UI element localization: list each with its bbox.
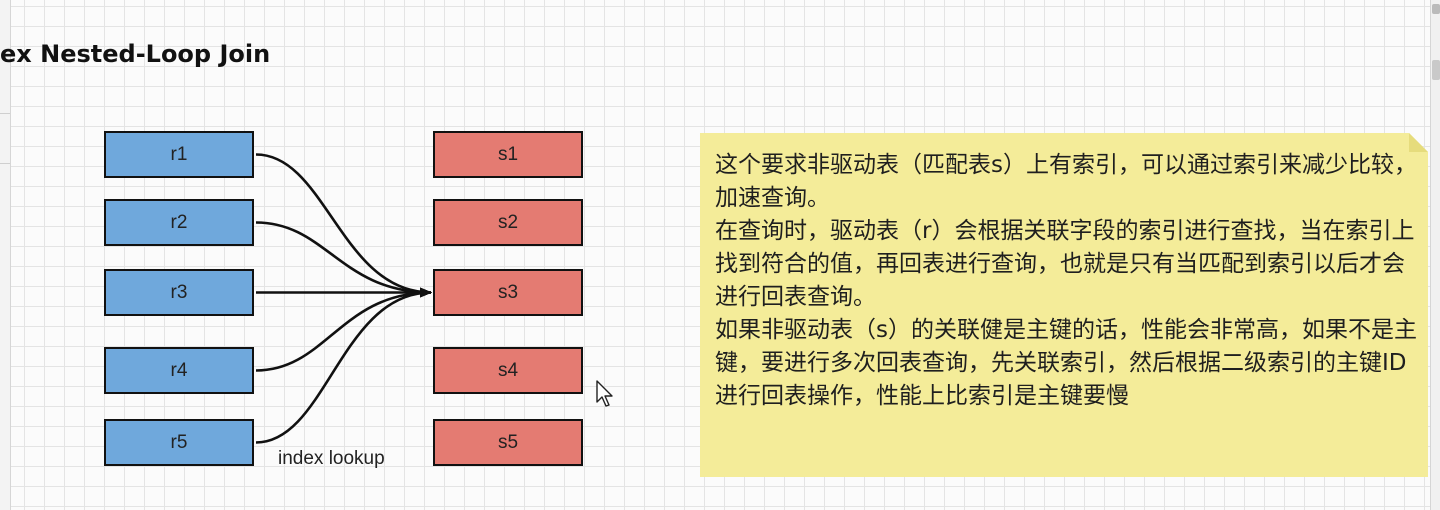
node-r3[interactable]: r3 bbox=[104, 269, 254, 316]
mouse-pointer-icon bbox=[596, 380, 613, 407]
edge-r1-to-s3[interactable] bbox=[255, 153, 432, 298]
node-r5[interactable]: r5 bbox=[104, 419, 254, 466]
node-r1[interactable]: r1 bbox=[104, 131, 254, 178]
node-r4[interactable]: r4 bbox=[104, 347, 254, 394]
sticky-note-text: 这个要求非驱动表（匹配表s）上有索引，可以通过索引来减少比较，加速查询。 在查询时… bbox=[715, 152, 1417, 409]
node-s3[interactable]: s3 bbox=[433, 269, 583, 316]
edge-r4-to-s3[interactable] bbox=[255, 287, 432, 372]
edge-label-index-lookup: index lookup bbox=[278, 448, 385, 469]
node-s4[interactable]: s4 bbox=[433, 347, 583, 394]
node-s5[interactable]: s5 bbox=[433, 419, 583, 466]
node-s2[interactable]: s2 bbox=[433, 199, 583, 246]
node-r2[interactable]: r2 bbox=[104, 199, 254, 246]
node-s1[interactable]: s1 bbox=[433, 131, 583, 178]
